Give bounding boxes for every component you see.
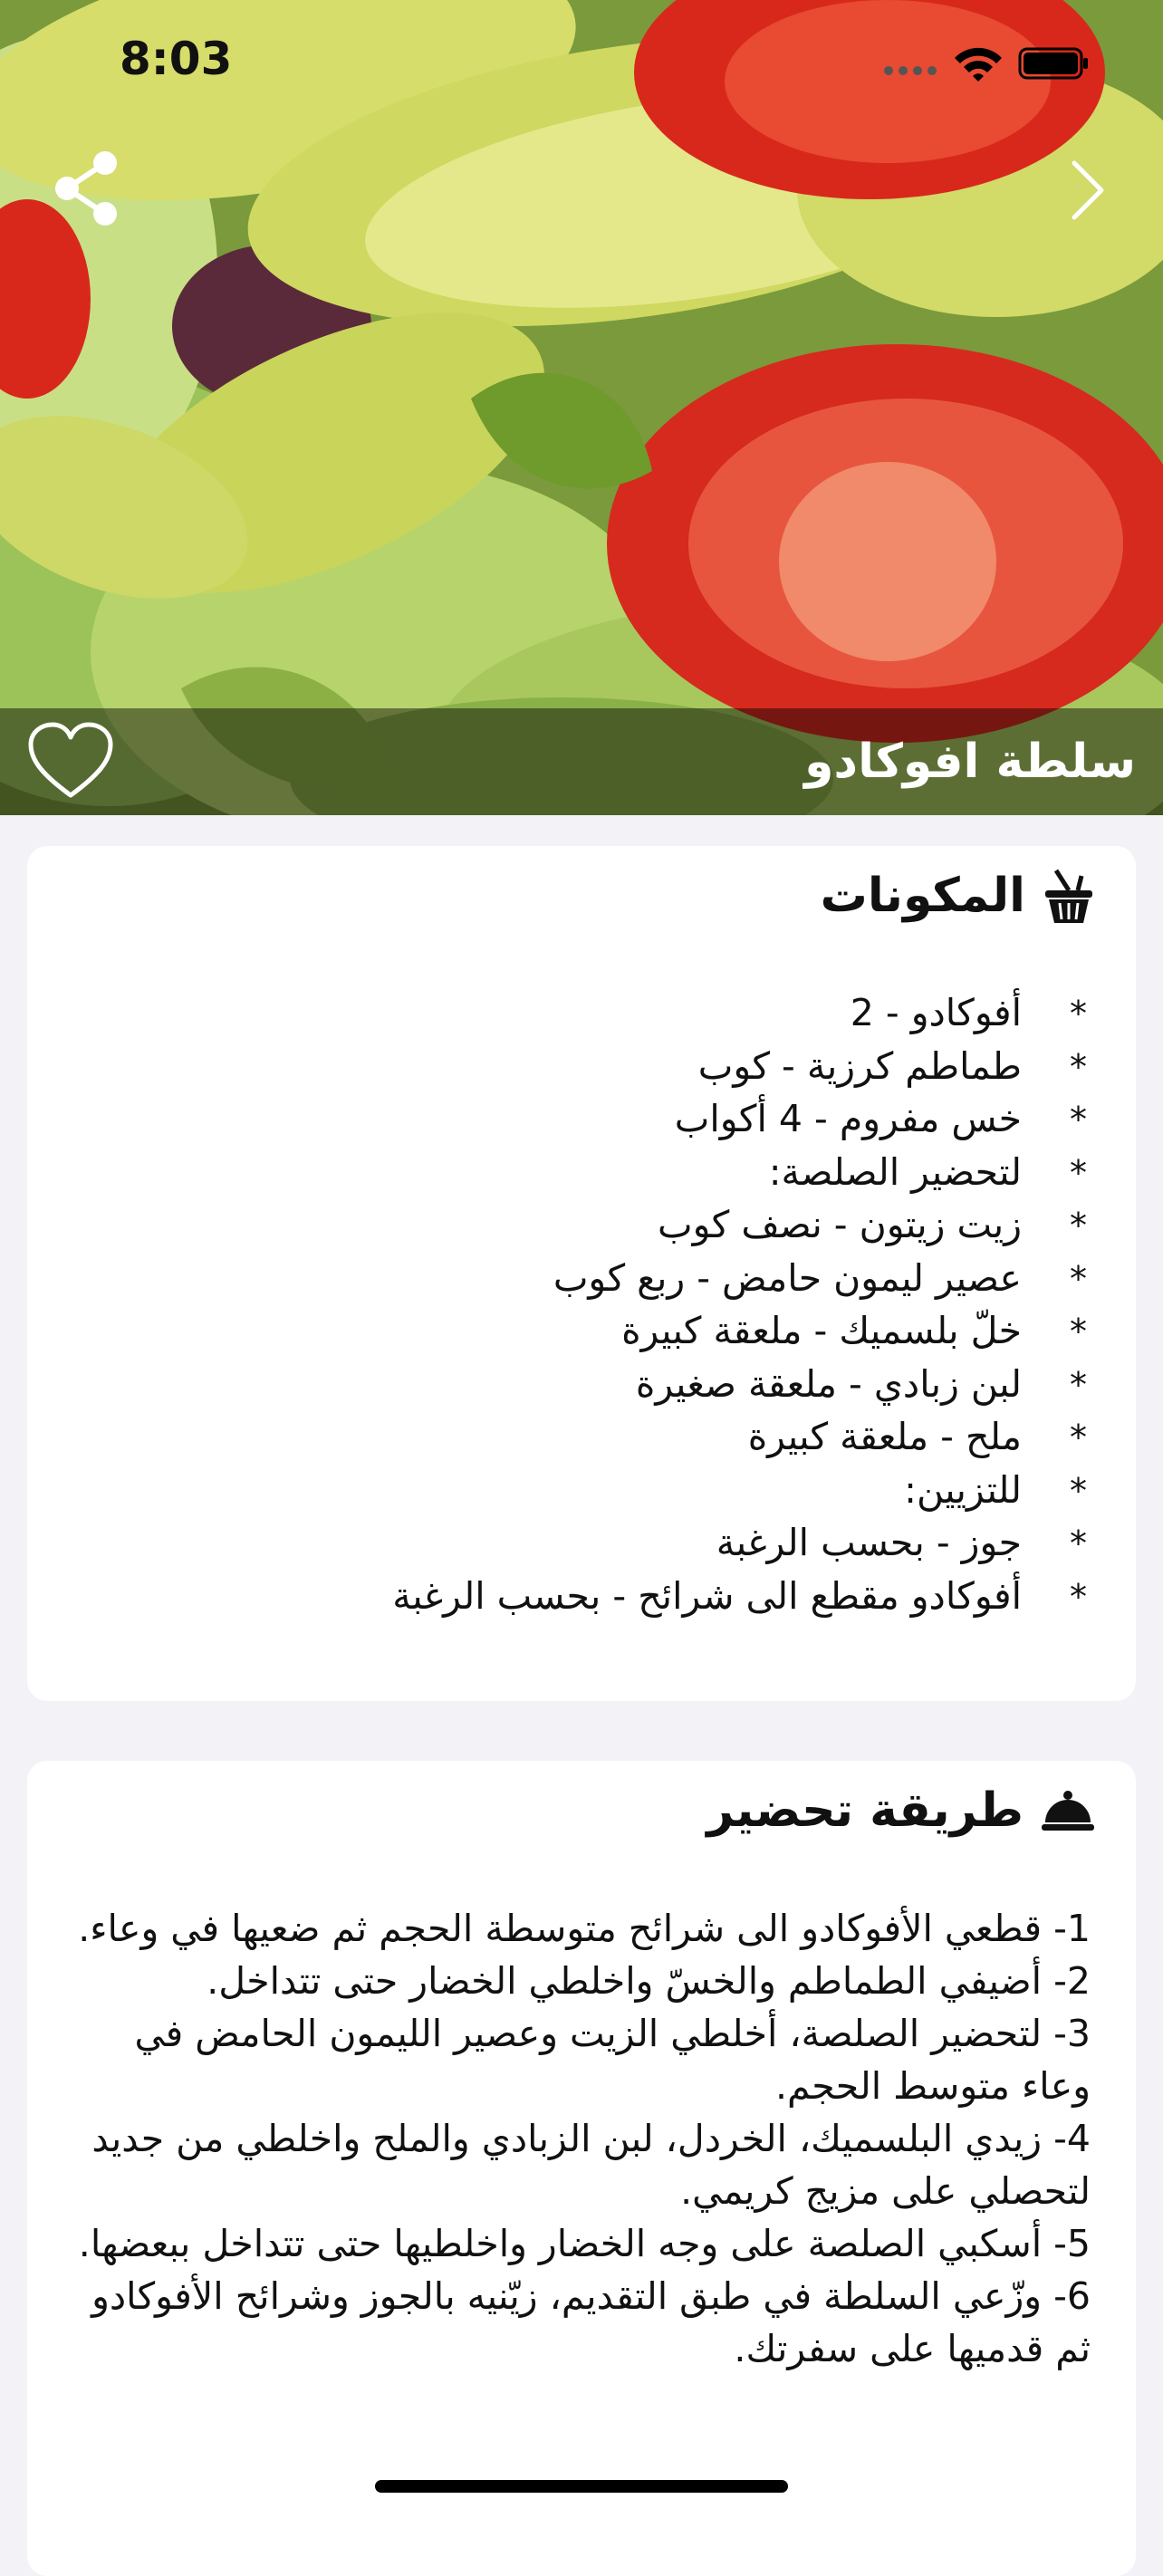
recipe-hero-image: 8:03 سلطة افوكادو	[0, 0, 1163, 815]
ingredient-item: * للتزيين:	[91, 1465, 1087, 1518]
preparation-header: طريقة تحضير	[706, 1770, 1096, 1851]
cellular-signal-icon	[884, 66, 937, 75]
ingredient-text: ملح - ملعقة كبيرة	[747, 1415, 1022, 1458]
preparation-title: طريقة تحضير	[706, 1783, 1024, 1838]
chevron-right-icon[interactable]	[1062, 154, 1116, 226]
bullet-star: *	[1070, 1046, 1087, 1087]
ingredients-list: * أفوكادو - 2 * طماطم كرزية - كوب * خس مفروم …	[91, 987, 1087, 1623]
ingredient-text: أفوكادو - 2	[850, 991, 1022, 1034]
ingredient-item: * طماطم كرزية - كوب	[91, 1041, 1087, 1094]
ingredient-text: لتحضير الصلصة:	[768, 1149, 1022, 1194]
preparation-step: 6- وزّعي السلطة في طبق التقديم، زيّنيه ب…	[91, 2274, 1091, 2370]
preparation-step: 3- لتحضير الصلصة، أخلطي الزيت وعصير اللي…	[134, 2012, 1091, 2108]
ingredient-text: زيت زيتون - نصف كوب	[658, 1203, 1022, 1246]
share-icon[interactable]	[51, 149, 123, 230]
ingredient-item: * خلّ بلسميك - ملعقة كبيرة	[91, 1305, 1087, 1359]
bullet-star: *	[1070, 1470, 1087, 1511]
wifi-icon	[955, 47, 1002, 82]
bullet-star: *	[1070, 1364, 1087, 1405]
ingredient-text: خلّ بلسميك - ملعقة كبيرة	[621, 1309, 1022, 1352]
ingredients-card: المكونات *أفوكادو - 2 *طماطم كرزية - كوب *…	[27, 846, 1136, 1701]
preparation-step: 4- زيدي البلسميك، الخردل، لبن الزبادي وا…	[91, 2117, 1091, 2213]
recipe-title: سلطة افوكادو	[804, 735, 1136, 789]
ingredient-text: للتزيين:	[904, 1467, 1022, 1512]
ingredient-text: عصير ليمون حامض - ربع كوب	[553, 1255, 1022, 1300]
ingredient-item: * أفوكادو مقطع الى شرائح - بحسب الرغبة	[91, 1571, 1087, 1624]
bullet-star: *	[1070, 1523, 1087, 1563]
ingredient-item: * ملح - ملعقة كبيرة	[91, 1411, 1087, 1465]
ingredient-item: * أفوكادو - 2	[91, 987, 1087, 1041]
ingredient-text: لبن زبادي - ملعقة صغيرة	[635, 1361, 1022, 1406]
ingredient-item: * لبن زبادي - ملعقة صغيرة	[91, 1359, 1087, 1412]
preparation-steps: 1- قطعي الأفوكادو الى شرائح متوسطة الحجم…	[58, 1902, 1091, 2375]
ingredient-item: * جوز - بحسب الرغبة	[91, 1517, 1087, 1571]
bullet-star: *	[1070, 1312, 1087, 1351]
ingredient-text: طماطم كرزية - كوب	[697, 1043, 1022, 1088]
preparation-step: 2- أضيفي الطماطم والخسّ واخلطي الخضار حت…	[207, 1959, 1091, 2003]
battery-icon	[1018, 47, 1088, 80]
bullet-star: *	[1070, 1100, 1087, 1139]
preparation-card: طريقة تحضير 1- قطعي الأفوكادو الى شرائح …	[27, 1761, 1136, 2576]
bullet-star: *	[1070, 1258, 1087, 1299]
cloche-icon	[1042, 1791, 1094, 1831]
recipe-title-bar: سلطة افوكادو	[0, 708, 1163, 815]
preparation-step: 1- قطعي الأفوكادو الى شرائح متوسطة الحجم…	[78, 1907, 1091, 1950]
ingredient-item: * عصير ليمون حامض - ربع كوب	[91, 1253, 1087, 1306]
ingredients-title: المكونات	[820, 869, 1025, 923]
basket-icon	[1045, 869, 1092, 923]
status-time: 8:03	[120, 33, 233, 85]
ingredient-text: خس مفروم - 4 أكواب	[674, 1097, 1022, 1140]
bullet-star: *	[1070, 1206, 1087, 1245]
home-indicator[interactable]	[375, 2480, 788, 2493]
ingredient-text: جوز - بحسب الرغبة	[716, 1521, 1022, 1564]
ingredients-header: المكونات	[821, 855, 1096, 937]
heart-outline-icon[interactable]	[25, 721, 116, 803]
ingredient-item: * خس مفروم - 4 أكواب	[91, 1093, 1087, 1147]
preparation-step: 5- أسكبي الصلصة على وجه الخضار واخلطيها …	[78, 2222, 1091, 2265]
ingredient-item: * زيت زيتون - نصف كوب	[91, 1199, 1087, 1253]
bullet-star: *	[1070, 1418, 1087, 1457]
ingredient-item: * لتحضير الصلصة:	[91, 1147, 1087, 1200]
bullet-star: *	[1070, 1152, 1087, 1193]
status-bar: 8:03	[0, 0, 1163, 127]
ingredient-text: أفوكادو مقطع الى شرائح - بحسب الرغبة	[392, 1573, 1022, 1618]
bullet-star: *	[1070, 1576, 1087, 1617]
bullet-star: *	[1070, 994, 1087, 1033]
